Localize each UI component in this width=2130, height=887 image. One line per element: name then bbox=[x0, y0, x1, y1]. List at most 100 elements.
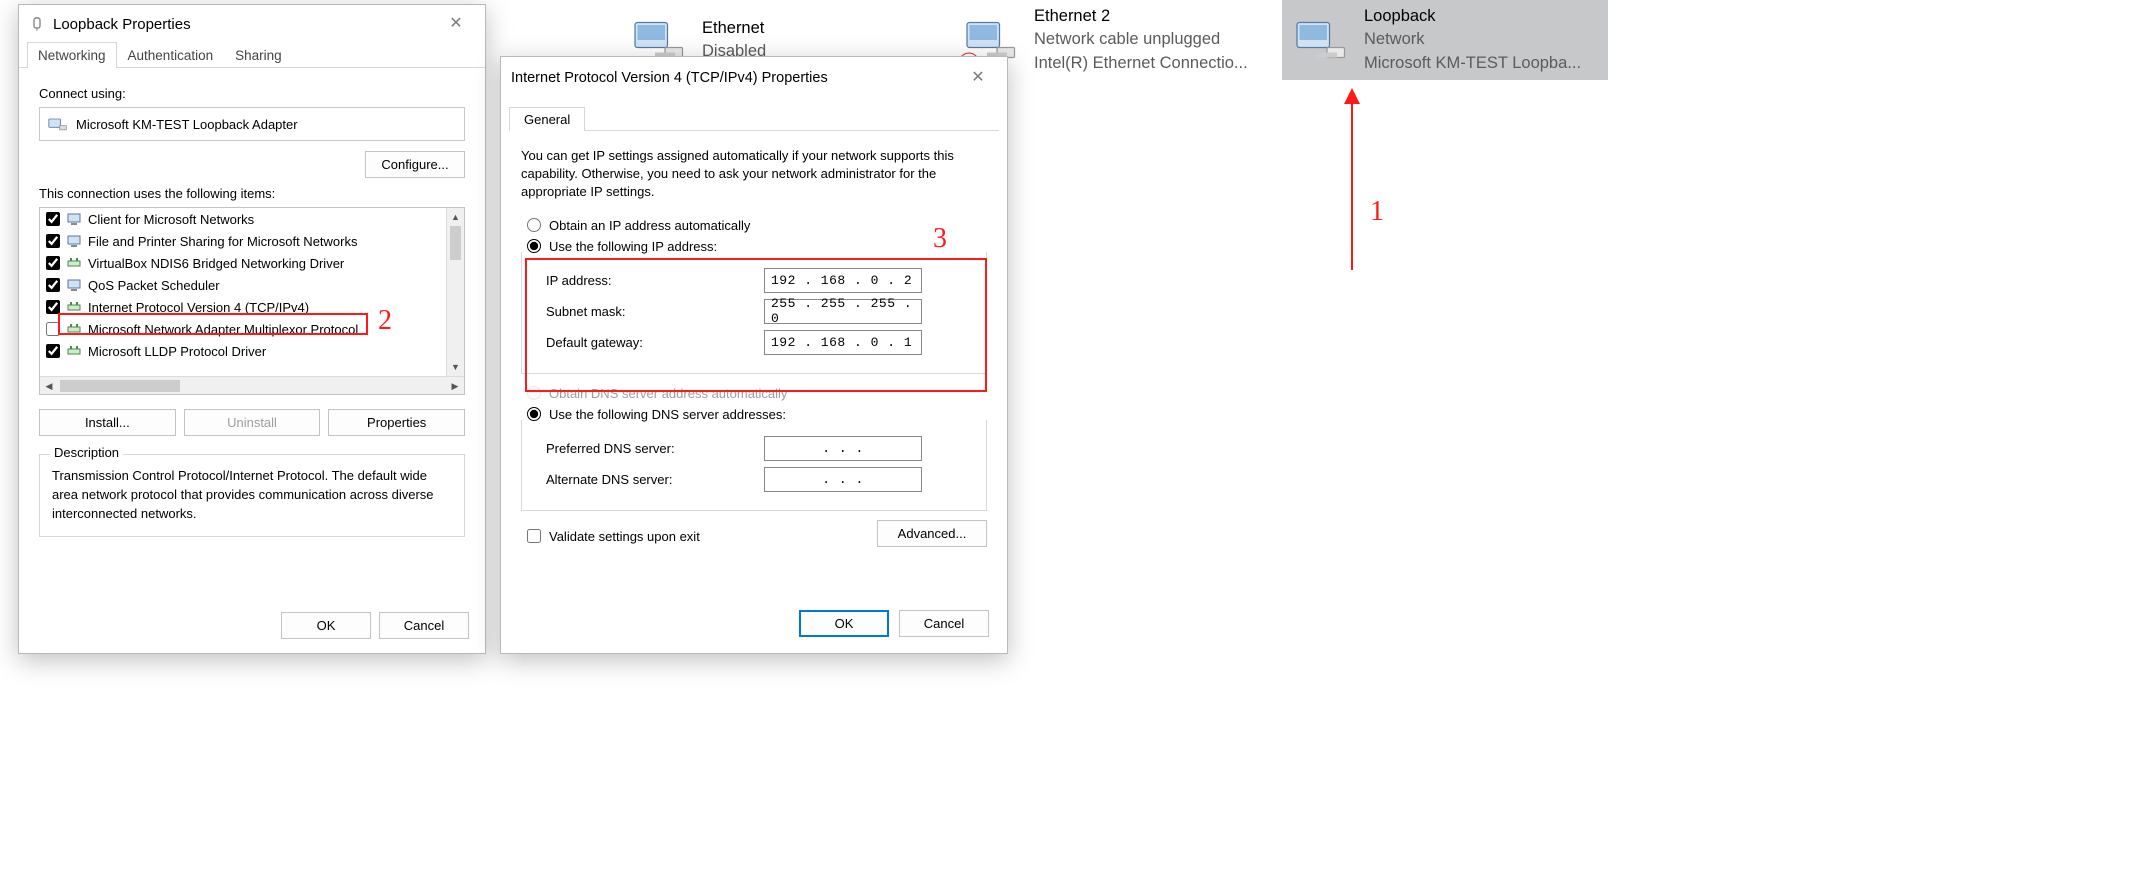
radio-label: Obtain DNS server address automatically bbox=[549, 386, 787, 401]
protocol-icon bbox=[66, 299, 82, 315]
properties-button[interactable]: Properties bbox=[328, 409, 465, 436]
ip-address-label: IP address: bbox=[546, 273, 764, 288]
annotation-arrow-1 bbox=[1351, 100, 1353, 270]
title-bar[interactable]: Internet Protocol Version 4 (TCP/IPv4) P… bbox=[501, 57, 1007, 99]
radio-auto-ip[interactable]: Obtain an IP address automatically bbox=[527, 218, 987, 233]
default-gateway-input[interactable]: 192 . 168 . 0 . 1 bbox=[764, 330, 922, 355]
scroll-up-icon[interactable]: ▲ bbox=[447, 208, 464, 226]
connect-using-field[interactable]: Microsoft KM-TEST Loopback Adapter bbox=[39, 107, 465, 141]
protocol-icon bbox=[66, 343, 82, 359]
tabstrip: Networking Authentication Sharing bbox=[19, 39, 485, 68]
radio-auto-dns: Obtain DNS server address automatically bbox=[527, 386, 987, 401]
adapter-name: Ethernet bbox=[702, 18, 766, 39]
radio-input[interactable] bbox=[527, 407, 541, 421]
list-item-checkbox[interactable] bbox=[46, 278, 60, 292]
description-group: Description Transmission Control Protoco… bbox=[39, 454, 465, 537]
alternate-dns-input[interactable]: . . . bbox=[764, 467, 922, 492]
adapter-loopback[interactable]: Loopback Network Microsoft KM-TEST Loopb… bbox=[1282, 0, 1608, 80]
adapter-name-text: Microsoft KM-TEST Loopback Adapter bbox=[76, 117, 298, 132]
adapter-name: Ethernet 2 bbox=[1034, 6, 1248, 27]
radio-label: Use the following IP address: bbox=[549, 239, 717, 254]
description-title: Description bbox=[50, 445, 123, 460]
preferred-dns-input[interactable]: . . . bbox=[764, 436, 922, 461]
vertical-scrollbar[interactable]: ▲ ▼ bbox=[446, 208, 464, 376]
list-item-label: QoS Packet Scheduler bbox=[88, 278, 220, 293]
advanced-button[interactable]: Advanced... bbox=[877, 520, 987, 547]
list-item[interactable]: File and Printer Sharing for Microsoft N… bbox=[40, 230, 464, 252]
connect-using-label: Connect using: bbox=[39, 86, 465, 101]
network-adapter-icon bbox=[1292, 10, 1352, 70]
checkbox-input[interactable] bbox=[527, 529, 541, 543]
items-label: This connection uses the following items… bbox=[39, 186, 465, 201]
radio-label: Use the following DNS server addresses: bbox=[549, 407, 786, 422]
explain-text: You can get IP settings assigned automat… bbox=[521, 147, 987, 202]
uninstall-button: Uninstall bbox=[184, 409, 321, 436]
tab-sharing[interactable]: Sharing bbox=[224, 42, 293, 68]
adapter-status: Network bbox=[1364, 29, 1581, 50]
horizontal-scrollbar[interactable]: ◀ ▶ bbox=[40, 376, 464, 394]
list-item-checkbox[interactable] bbox=[46, 234, 60, 248]
list-item-label: Client for Microsoft Networks bbox=[88, 212, 254, 227]
annotation-number-2: 2 bbox=[378, 305, 392, 337]
list-item[interactable]: Microsoft LLDP Protocol Driver bbox=[40, 340, 464, 362]
subnet-mask-input[interactable]: 255 . 255 . 255 . 0 bbox=[764, 299, 922, 324]
list-item[interactable]: Microsoft Network Adapter Multiplexor Pr… bbox=[40, 318, 464, 340]
install-button[interactable]: Install... bbox=[39, 409, 176, 436]
list-item-label: File and Printer Sharing for Microsoft N… bbox=[88, 234, 357, 249]
list-item-label: Microsoft Network Adapter Multiplexor Pr… bbox=[88, 322, 358, 337]
service-icon bbox=[66, 233, 82, 249]
ipv4-properties-dialog: Internet Protocol Version 4 (TCP/IPv4) P… bbox=[500, 56, 1008, 654]
radio-input bbox=[527, 386, 541, 400]
list-item-checkbox[interactable] bbox=[46, 256, 60, 270]
radio-label: Obtain an IP address automatically bbox=[549, 218, 750, 233]
subnet-mask-label: Subnet mask: bbox=[546, 304, 764, 319]
tabstrip: General bbox=[509, 103, 999, 131]
close-button[interactable]: ✕ bbox=[955, 63, 1001, 93]
ok-button[interactable]: OK bbox=[281, 612, 371, 639]
list-item-checkbox[interactable] bbox=[46, 344, 60, 358]
service-icon bbox=[66, 277, 82, 293]
dialog-title: Loopback Properties bbox=[53, 16, 433, 33]
description-text: Transmission Control Protocol/Internet P… bbox=[52, 467, 452, 524]
scroll-right-icon[interactable]: ▶ bbox=[446, 377, 464, 394]
list-item-checkbox[interactable] bbox=[46, 212, 60, 226]
scroll-left-icon[interactable]: ◀ bbox=[40, 377, 58, 394]
list-item-checkbox[interactable] bbox=[46, 322, 60, 336]
network-adapter-icon bbox=[48, 116, 68, 132]
list-item-checkbox[interactable] bbox=[46, 300, 60, 314]
protocol-listbox[interactable]: Client for Microsoft Networks File and P… bbox=[39, 207, 465, 395]
adapter-status: Network cable unplugged bbox=[1034, 29, 1248, 50]
scroll-thumb[interactable] bbox=[60, 380, 180, 392]
cancel-button[interactable]: Cancel bbox=[899, 610, 989, 637]
radio-input[interactable] bbox=[527, 218, 541, 232]
alternate-dns-label: Alternate DNS server: bbox=[546, 472, 764, 487]
ip-address-input[interactable]: 192 . 168 . 0 . 2 bbox=[764, 268, 922, 293]
adapter-desc: Microsoft KM-TEST Loopba... bbox=[1364, 53, 1581, 74]
ok-button[interactable]: OK bbox=[799, 610, 889, 637]
tab-networking[interactable]: Networking bbox=[27, 42, 117, 68]
configure-button[interactable]: Configure... bbox=[365, 151, 465, 178]
radio-input[interactable] bbox=[527, 239, 541, 253]
tab-general[interactable]: General bbox=[509, 107, 585, 131]
loopback-properties-dialog: Loopback Properties ✕ Networking Authent… bbox=[18, 4, 486, 654]
adapter-name: Loopback bbox=[1364, 6, 1581, 27]
list-item-label: VirtualBox NDIS6 Bridged Networking Driv… bbox=[88, 256, 344, 271]
list-item[interactable]: Client for Microsoft Networks bbox=[40, 208, 464, 230]
list-item-ipv4[interactable]: Internet Protocol Version 4 (TCP/IPv4) bbox=[40, 296, 464, 318]
scroll-thumb[interactable] bbox=[450, 226, 461, 260]
driver-icon bbox=[66, 255, 82, 271]
checkbox-label: Validate settings upon exit bbox=[549, 529, 700, 544]
scroll-down-icon[interactable]: ▼ bbox=[447, 358, 464, 376]
default-gateway-label: Default gateway: bbox=[546, 335, 764, 350]
list-item[interactable]: QoS Packet Scheduler bbox=[40, 274, 464, 296]
protocol-icon bbox=[66, 321, 82, 337]
list-item-label: Internet Protocol Version 4 (TCP/IPv4) bbox=[88, 300, 309, 315]
tab-authentication[interactable]: Authentication bbox=[117, 42, 225, 68]
client-icon bbox=[66, 211, 82, 227]
title-bar[interactable]: Loopback Properties ✕ bbox=[19, 5, 485, 43]
list-item-label: Microsoft LLDP Protocol Driver bbox=[88, 344, 266, 359]
adapter-desc: Intel(R) Ethernet Connectio... bbox=[1034, 53, 1248, 74]
close-button[interactable]: ✕ bbox=[433, 9, 479, 39]
list-item[interactable]: VirtualBox NDIS6 Bridged Networking Driv… bbox=[40, 252, 464, 274]
cancel-button[interactable]: Cancel bbox=[379, 612, 469, 639]
